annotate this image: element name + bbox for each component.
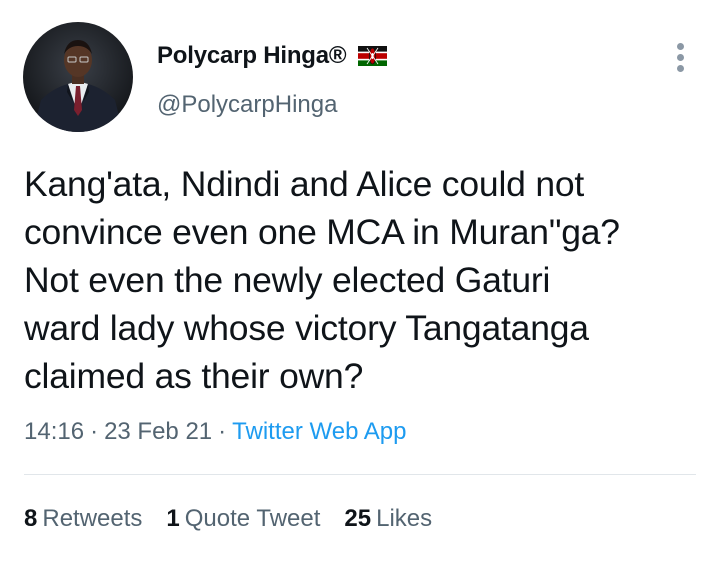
tweet-stats: 8 Retweets 1 Quote Tweet 25 Likes xyxy=(24,505,456,533)
more-dot xyxy=(677,54,684,61)
quote-tweets-stat[interactable]: 1 Quote Tweet xyxy=(166,505,320,533)
meta-separator: · xyxy=(90,418,99,445)
divider xyxy=(24,474,696,475)
tweet-text: Kang'ata, Ndindi and Alice could not con… xyxy=(24,160,704,400)
quote-tweets-count: 1 xyxy=(166,505,180,532)
likes-label: Likes xyxy=(376,505,433,532)
tweet-source-link[interactable]: Twitter Web App xyxy=(232,418,406,445)
more-dot xyxy=(677,65,684,72)
likes-stat[interactable]: 25 Likes xyxy=(344,505,432,533)
author-handle[interactable]: @PolycarpHinga xyxy=(157,91,337,119)
tweet-text-line: Not even the newly elected Gaturi xyxy=(24,260,551,300)
tweet-text-line: claimed as their own? xyxy=(24,356,364,396)
author-display-name[interactable]: Polycarp Hinga® xyxy=(157,42,347,70)
meta-separator: · xyxy=(218,418,227,445)
kenya-flag-icon xyxy=(358,46,388,66)
profile-photo xyxy=(23,22,133,132)
tweet-date[interactable]: 23 Feb 21 xyxy=(104,418,212,445)
tweet-time[interactable]: 14:16 xyxy=(24,418,84,445)
avatar[interactable] xyxy=(23,22,133,132)
more-options-icon[interactable] xyxy=(668,40,694,74)
tweet-meta: 14:16 · 23 Feb 21 · Twitter Web App xyxy=(24,418,406,446)
author-name-row: Polycarp Hinga® xyxy=(157,42,388,70)
retweets-label: Retweets xyxy=(42,505,143,532)
retweets-stat[interactable]: 8 Retweets xyxy=(24,505,142,533)
retweets-count: 8 xyxy=(24,505,38,532)
quote-tweets-label: Quote Tweet xyxy=(184,505,321,532)
more-dot xyxy=(677,43,684,50)
tweet-text-line: Kang'ata, Ndindi and Alice could not xyxy=(24,164,585,204)
tweet-text-line: ward lady whose victory Tangatanga xyxy=(24,308,589,348)
tweet-text-line: convince even one MCA in Muran"ga? xyxy=(24,212,620,252)
likes-count: 25 xyxy=(344,505,372,532)
